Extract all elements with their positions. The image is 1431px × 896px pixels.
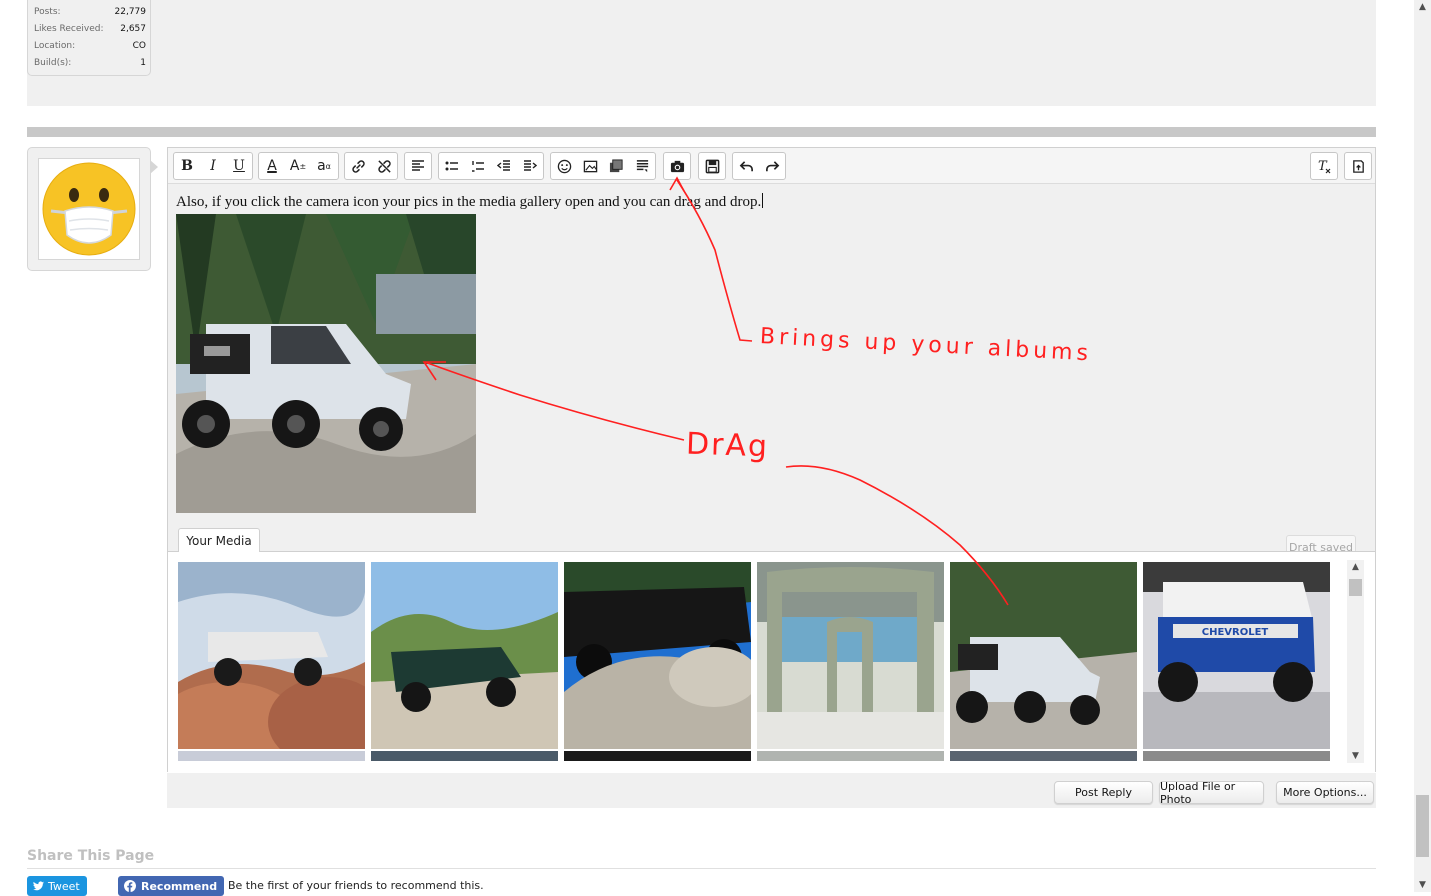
editor-text-content: Also, if you click the camera icon your … — [176, 194, 762, 210]
font-size-icon[interactable]: A ± — [285, 153, 311, 179]
chevron-down-icon[interactable]: ▼ — [1347, 749, 1364, 763]
media-thumbnail-partial[interactable] — [757, 751, 944, 761]
smilie-icon[interactable] — [551, 153, 577, 179]
align-left-icon[interactable] — [405, 153, 431, 179]
media-thumbnail[interactable] — [178, 562, 365, 749]
media-thumbnail[interactable] — [757, 562, 944, 749]
facebook-recommend-label: Recommend — [141, 879, 218, 893]
previous-post-footer: Posts: 22,779 Likes Received: 2,657 Loca… — [27, 0, 1376, 106]
font-size-glyph: A — [289, 158, 300, 174]
media-thumbnail[interactable] — [371, 562, 558, 749]
media-thumbnail-partial[interactable] — [564, 751, 751, 761]
media-gallery-panel: CHEVROLET ▲ ▼ — [168, 551, 1375, 772]
reply-editor: B I U A A ± aα T Also, if you click the … — [167, 147, 1376, 772]
share-title: Share This Page — [27, 848, 155, 864]
stat-builds: Build(s): 1 — [34, 58, 146, 72]
avatar[interactable] — [38, 158, 140, 260]
media-scrollbar-thumb[interactable] — [1349, 579, 1362, 596]
page-scrollbar-thumb[interactable] — [1416, 795, 1429, 857]
media-thumbnail-partial[interactable] — [1143, 751, 1330, 761]
quote-icon[interactable] — [629, 153, 655, 179]
toolbar-group-camera — [663, 152, 691, 180]
media-thumbnail[interactable] — [950, 562, 1137, 749]
toolbar-group-text-style: B I U — [173, 152, 253, 180]
share-divider — [27, 868, 1376, 869]
toolbar-group-history — [732, 152, 786, 180]
remove-format-icon[interactable]: T — [1311, 153, 1337, 179]
editor-text: Also, if you click the camera icon your … — [176, 193, 764, 211]
twitter-bird-icon — [33, 881, 44, 891]
toolbar-group-link — [344, 152, 398, 180]
toolbar-group-mode — [1344, 152, 1372, 180]
unlink-icon[interactable] — [371, 153, 397, 179]
post-reply-button[interactable]: Post Reply — [1054, 781, 1153, 804]
font-color-glyph: A — [267, 158, 277, 174]
page-scrollbar[interactable]: ▲ ▼ — [1414, 0, 1431, 892]
indent-icon[interactable] — [517, 153, 543, 179]
media-icon[interactable] — [603, 153, 629, 179]
toolbar-group-align — [404, 152, 432, 180]
stat-value: 2,657 — [120, 24, 146, 34]
stat-label: Posts: — [34, 7, 61, 17]
media-thumbnail-partial[interactable] — [178, 751, 365, 761]
toolbar-group-lists — [438, 152, 544, 180]
italic-icon[interactable]: I — [200, 153, 226, 179]
font-family-icon[interactable]: aα — [311, 153, 337, 179]
facebook-recommend-button[interactable]: Recommend — [118, 876, 224, 896]
scroll-down-arrow-icon[interactable]: ▼ — [1414, 878, 1431, 892]
upload-file-button[interactable]: Upload File or Photo — [1159, 780, 1264, 806]
inserted-photo[interactable] — [176, 214, 476, 513]
chevron-up-icon[interactable]: ▲ — [1347, 560, 1364, 574]
face-with-mask-emoji-icon — [42, 162, 136, 256]
svg-text:CHEVROLET: CHEVROLET — [1202, 627, 1269, 638]
stat-value: 22,779 — [114, 7, 147, 17]
post-divider — [27, 127, 1376, 137]
media-thumbnail-partial[interactable] — [950, 751, 1137, 761]
facebook-icon — [124, 880, 136, 892]
avatar-box — [27, 147, 158, 271]
tab-your-media[interactable]: Your Media — [178, 528, 260, 552]
editor-content[interactable]: Also, if you click the camera icon your … — [168, 185, 1375, 559]
media-thumbnail[interactable] — [564, 562, 751, 749]
undo-icon[interactable] — [733, 153, 759, 179]
tweet-label: Tweet — [48, 879, 80, 893]
stat-likes: Likes Received: 2,657 — [34, 24, 146, 38]
link-icon[interactable] — [345, 153, 371, 179]
stat-posts: Posts: 22,779 — [34, 7, 146, 21]
redo-icon[interactable] — [759, 153, 785, 179]
scroll-up-arrow-icon[interactable]: ▲ — [1414, 0, 1431, 14]
stat-label: Likes Received: — [34, 24, 104, 34]
toolbar-group-font: A A ± aα — [258, 152, 339, 180]
more-options-button[interactable]: More Options... — [1276, 781, 1374, 804]
bold-icon[interactable]: B — [174, 153, 200, 179]
editor-button-bar: Post Reply Upload File or Photo More Opt… — [167, 773, 1376, 808]
stat-value: CO — [132, 41, 146, 51]
toolbar-group-format: T — [1310, 152, 1338, 180]
toggle-bbcode-icon[interactable] — [1345, 153, 1371, 179]
editor-toolbar: B I U A A ± aα T — [168, 148, 1375, 184]
media-thumbnail[interactable]: CHEVROLET — [1143, 562, 1330, 749]
bulleted-list-icon[interactable] — [439, 153, 465, 179]
stat-location: Location: CO — [34, 41, 146, 55]
font-family-glyph: a — [317, 158, 326, 174]
facebook-recommend-text: Be the first of your friends to recommen… — [228, 879, 484, 892]
numbered-list-icon[interactable] — [465, 153, 491, 179]
outdent-icon[interactable] — [491, 153, 517, 179]
underline-icon[interactable]: U — [226, 153, 252, 179]
media-scrollbar[interactable]: ▲ ▼ — [1347, 560, 1364, 763]
user-stats-box: Posts: 22,779 Likes Received: 2,657 Loca… — [27, 0, 151, 76]
font-color-icon[interactable]: A — [259, 153, 285, 179]
image-icon[interactable] — [577, 153, 603, 179]
tweet-button[interactable]: Tweet — [27, 876, 87, 896]
text-caret — [762, 193, 764, 208]
media-thumbnail-partial[interactable] — [371, 751, 558, 761]
camera-icon[interactable] — [664, 153, 690, 179]
stat-label: Build(s): — [34, 58, 72, 68]
save-draft-icon[interactable] — [699, 153, 725, 179]
annotation-drag: DrAg — [685, 426, 770, 465]
stat-value: 1 — [140, 58, 146, 68]
stat-label: Location: — [34, 41, 76, 51]
toolbar-group-insert — [550, 152, 656, 180]
toolbar-group-draft — [698, 152, 726, 180]
